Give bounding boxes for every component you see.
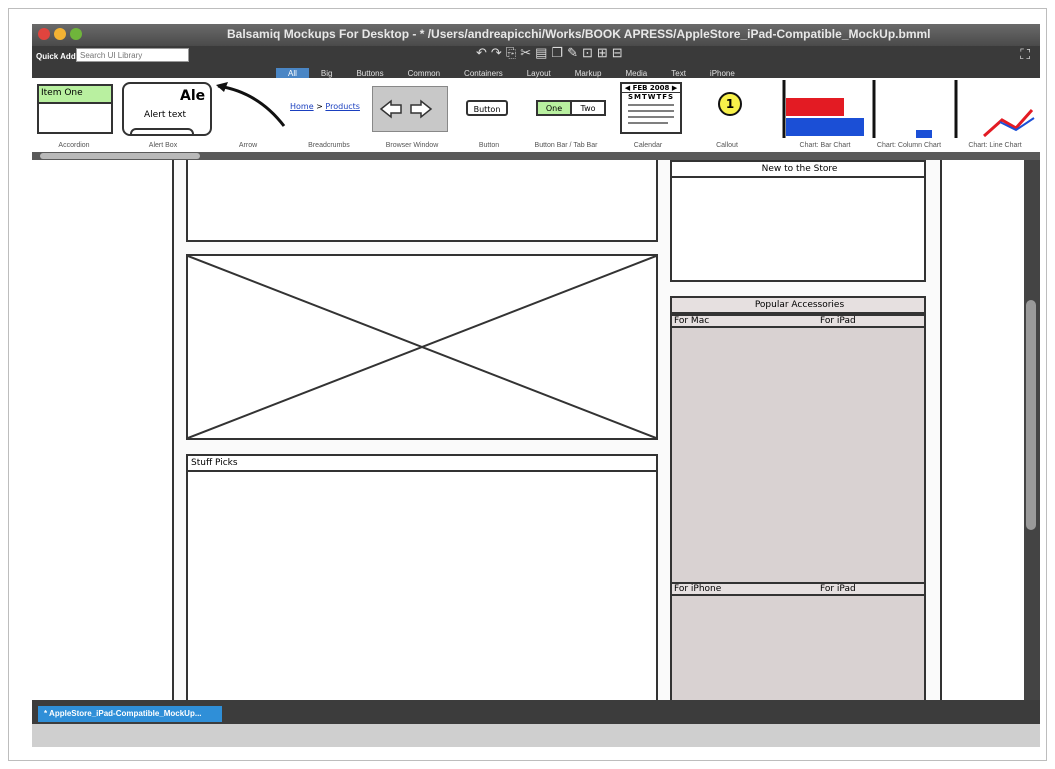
line-chart-caption: Chart: Line Chart: [968, 142, 1022, 149]
library-scroll-thumb[interactable]: [40, 153, 200, 159]
document-tab-bar: * AppleStore_iPad-Compatible_MockUp...: [32, 700, 1040, 724]
copy-icon[interactable]: ⎘: [506, 45, 516, 61]
toolbar: ↶ ↷ ⎘ ✂ ▤ ❐ ✎ ⊡ ⊞ ⊟: [476, 45, 623, 61]
bar-chart-icon: [782, 80, 864, 138]
browser-nav-arrows-icon: [379, 99, 433, 119]
title-bar: Balsamiq Mockups For Desktop - * /Users/…: [32, 24, 1040, 46]
breadcrumb-products: Products: [325, 102, 360, 111]
image-placeholder[interactable]: [186, 254, 658, 440]
fullscreen-icon[interactable]: ⛶: [1020, 46, 1030, 63]
search-ui-library-input[interactable]: [76, 48, 189, 62]
mockup-page: Stuff Picks New to the Store Popular Acc…: [172, 160, 942, 700]
mockup-canvas[interactable]: Stuff Picks New to the Store Popular Acc…: [32, 160, 1024, 700]
image-placeholder-cross-icon: [188, 256, 656, 438]
line-chart-icon: [954, 80, 1035, 138]
accordion-item: Item One: [39, 86, 111, 104]
close-button[interactable]: [38, 28, 50, 40]
cut-icon[interactable]: ✂: [520, 45, 531, 61]
canvas-scrollbar[interactable]: [1024, 160, 1040, 700]
redo-icon[interactable]: ↷: [491, 45, 502, 61]
lock-icon[interactable]: ⊟: [612, 45, 623, 61]
popular-accessories-panel[interactable]: Popular Accessories For Mac For iPad For…: [670, 296, 926, 700]
duplicate-icon[interactable]: ❐: [551, 45, 563, 61]
library-breadcrumbs[interactable]: Home > Products Breadcrumbs: [286, 78, 372, 152]
zoom-button[interactable]: [70, 28, 82, 40]
new-to-store-title: New to the Store: [672, 162, 924, 178]
for-ipad-label-2: For iPad: [820, 584, 856, 594]
ungroup-icon[interactable]: ⊞: [597, 45, 608, 61]
button-bar-two: Two: [580, 104, 596, 113]
ui-library-strip: Item One Accordion Ale Alert text Alert …: [32, 78, 1040, 152]
calendar-caption: Calendar: [633, 142, 663, 149]
calendar-grid-icon: [628, 104, 674, 124]
column-chart-icon: [872, 80, 932, 138]
callout-caption: Callout: [716, 142, 738, 149]
minimize-button[interactable]: [54, 28, 66, 40]
stuff-picks-title: Stuff Picks: [188, 456, 656, 472]
browser-caption: Browser Window: [385, 142, 439, 149]
library-accordion[interactable]: Item One Accordion: [32, 78, 116, 152]
library-browser-window[interactable]: Browser Window: [372, 78, 452, 152]
top-content-box[interactable]: [186, 160, 658, 242]
button-caption: Button: [478, 142, 500, 149]
library-button-bar[interactable]: One Two Button Bar / Tab Bar: [526, 78, 606, 152]
library-alert-box[interactable]: Ale Alert text Alert Box: [118, 78, 212, 152]
breadcrumb: Home > Products: [290, 102, 360, 111]
undo-icon[interactable]: ↶: [476, 45, 487, 61]
alert-button: [130, 128, 194, 134]
document-tab[interactable]: * AppleStore_iPad-Compatible_MockUp...: [38, 706, 222, 722]
browser-window-preview: [372, 86, 448, 132]
library-line-chart[interactable]: Chart: Line Chart: [950, 78, 1040, 152]
library-arrow[interactable]: Arrow: [208, 78, 288, 152]
library-column-chart[interactable]: Chart: Column Chart: [870, 78, 948, 152]
popular-accessories-title: Popular Accessories: [672, 298, 924, 314]
library-bar-chart[interactable]: Chart: Bar Chart: [780, 78, 870, 152]
quick-add-label: Quick Add:: [36, 52, 79, 61]
breadcrumb-home: Home: [290, 102, 314, 111]
alert-title: Ale: [180, 88, 206, 104]
arrow-caption: Arrow: [238, 142, 258, 149]
edit-icon[interactable]: ✎: [567, 45, 578, 61]
new-to-store-panel[interactable]: New to the Store: [670, 160, 926, 282]
window-title: Balsamiq Mockups For Desktop - * /Users/…: [227, 27, 931, 41]
accordion-caption: Accordion: [58, 142, 90, 149]
alert-text: Alert text: [144, 110, 187, 120]
status-bar: [32, 724, 1040, 747]
canvas-scroll-thumb[interactable]: [1026, 300, 1036, 530]
library-scrollbar[interactable]: [32, 152, 1040, 160]
for-iphone-label: For iPhone: [674, 584, 722, 594]
button-preview: Button: [466, 100, 508, 116]
breadcrumbs-caption: Breadcrumbs: [308, 142, 350, 149]
button-bar-one: One: [538, 102, 572, 114]
library-callout[interactable]: 1 Callout: [692, 78, 762, 152]
breadcrumb-separator: >: [316, 102, 323, 111]
window-controls: [38, 28, 82, 40]
paste-icon[interactable]: ▤: [535, 45, 547, 61]
alert-caption: Alert Box: [148, 142, 178, 149]
accessories-iphone-ipad-header: For iPhone For iPad: [672, 582, 924, 596]
callout-number: 1: [718, 92, 742, 116]
for-ipad-label: For iPad: [820, 316, 856, 326]
library-button[interactable]: Button Button: [456, 78, 522, 152]
stuff-picks-panel[interactable]: Stuff Picks: [186, 454, 658, 700]
for-mac-label: For Mac: [674, 316, 710, 326]
group-icon[interactable]: ⊡: [582, 45, 593, 61]
app-window: Balsamiq Mockups For Desktop - * /Users/…: [32, 24, 1040, 747]
library-calendar[interactable]: ◀ FEB 2008 ▶ SMTWTFS Calendar: [610, 78, 686, 152]
calendar-days: SMTWTFS: [627, 93, 675, 101]
bar-chart-caption: Chart: Bar Chart: [799, 142, 851, 149]
column-chart-caption: Chart: Column Chart: [876, 142, 942, 149]
calendar-month: ◀ FEB 2008 ▶: [622, 84, 680, 93]
arrow-icon: [216, 82, 286, 127]
button-bar-caption: Button Bar / Tab Bar: [534, 142, 598, 149]
accessories-mac-ipad-header: For Mac For iPad: [672, 314, 924, 328]
